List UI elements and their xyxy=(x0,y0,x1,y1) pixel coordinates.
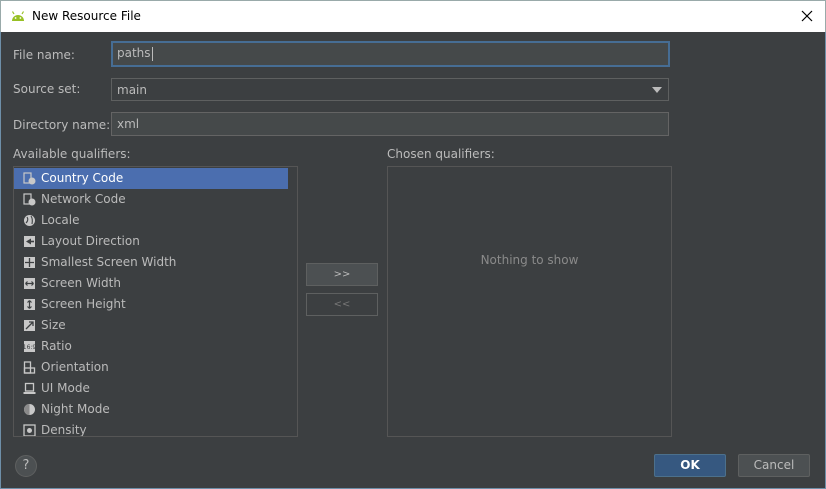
source-set-value: main xyxy=(117,83,147,97)
file-name-value: paths xyxy=(117,46,151,60)
globe-icon xyxy=(24,215,35,226)
qualifier-label: Screen Width xyxy=(41,276,121,290)
density-icon xyxy=(23,424,36,436)
screen-width-icon xyxy=(24,278,35,289)
qualifier-screen-height[interactable]: Screen Height xyxy=(14,294,288,315)
available-qualifiers-list[interactable]: Country Code Network Code Locale Layout … xyxy=(13,166,298,437)
ok-button[interactable]: OK xyxy=(654,454,726,477)
layout-direction-icon xyxy=(24,236,35,247)
qualifier-label: UI Mode xyxy=(41,381,90,395)
help-button[interactable]: ? xyxy=(15,455,37,477)
screen-height-icon xyxy=(24,299,35,310)
qualifier-label: Smallest Screen Width xyxy=(41,255,177,269)
qualifier-night-mode[interactable]: Night Mode xyxy=(14,399,288,420)
empty-state-text: Nothing to show xyxy=(480,253,579,267)
qualifier-size[interactable]: Size xyxy=(14,315,288,336)
source-set-select[interactable]: main xyxy=(111,78,669,101)
chosen-qualifiers-list[interactable]: Nothing to show xyxy=(387,166,672,437)
chevron-down-icon xyxy=(652,87,662,93)
window-title: New Resource File xyxy=(32,9,141,23)
size-icon xyxy=(24,320,35,331)
title-bar: New Resource File xyxy=(0,0,826,32)
directory-name-input[interactable]: xml xyxy=(111,112,669,136)
qualifier-orientation[interactable]: Orientation xyxy=(14,357,288,378)
qualifier-layout-direction[interactable]: Layout Direction xyxy=(14,231,288,252)
remove-qualifier-button[interactable]: << xyxy=(306,293,378,316)
directory-name-label: Directory name: xyxy=(13,118,111,132)
qualifier-smallest-screen-width[interactable]: Smallest Screen Width xyxy=(14,252,288,273)
qualifier-label: Size xyxy=(41,318,66,332)
qualifier-locale[interactable]: Locale xyxy=(14,210,288,231)
file-name-input[interactable]: paths xyxy=(111,41,670,67)
smallest-screen-width-icon xyxy=(24,257,35,268)
text-caret xyxy=(151,46,153,61)
qualifier-screen-width[interactable]: Screen Width xyxy=(14,273,288,294)
qualifier-label: Density xyxy=(41,423,87,437)
file-name-label: File name: xyxy=(13,48,75,62)
qualifier-country-code[interactable]: Country Code xyxy=(14,168,288,189)
directory-name-value: xml xyxy=(117,117,140,131)
qualifier-label: Ratio xyxy=(41,339,72,353)
country-code-icon xyxy=(23,172,36,185)
qualifier-label: Night Mode xyxy=(41,402,110,416)
add-qualifier-button[interactable]: >> xyxy=(306,263,378,286)
qualifier-ui-mode[interactable]: UI Mode xyxy=(14,378,288,399)
network-code-icon xyxy=(23,193,36,206)
close-icon[interactable] xyxy=(798,7,816,25)
android-icon xyxy=(11,11,25,21)
ratio-icon: 16:9 xyxy=(23,341,36,352)
qualifier-label: Network Code xyxy=(41,192,126,206)
source-set-label: Source set: xyxy=(13,82,81,96)
qualifier-density[interactable]: Density xyxy=(14,420,288,437)
cancel-button[interactable]: Cancel xyxy=(738,454,810,477)
ui-mode-icon xyxy=(23,382,36,394)
qualifier-ratio[interactable]: 16:9 Ratio xyxy=(14,336,288,357)
qualifier-label: Layout Direction xyxy=(41,234,140,248)
qualifier-label: Locale xyxy=(41,213,80,227)
svg-text:16:9: 16:9 xyxy=(23,344,36,351)
qualifier-network-code[interactable]: Network Code xyxy=(14,189,288,210)
night-mode-icon xyxy=(24,404,35,415)
orientation-icon xyxy=(23,361,36,374)
qualifier-label: Orientation xyxy=(41,360,109,374)
available-qualifiers-label: Available qualifiers: xyxy=(13,147,131,161)
qualifier-label: Screen Height xyxy=(41,297,126,311)
chosen-qualifiers-label: Chosen qualifiers: xyxy=(387,147,495,161)
qualifier-label: Country Code xyxy=(41,171,124,185)
